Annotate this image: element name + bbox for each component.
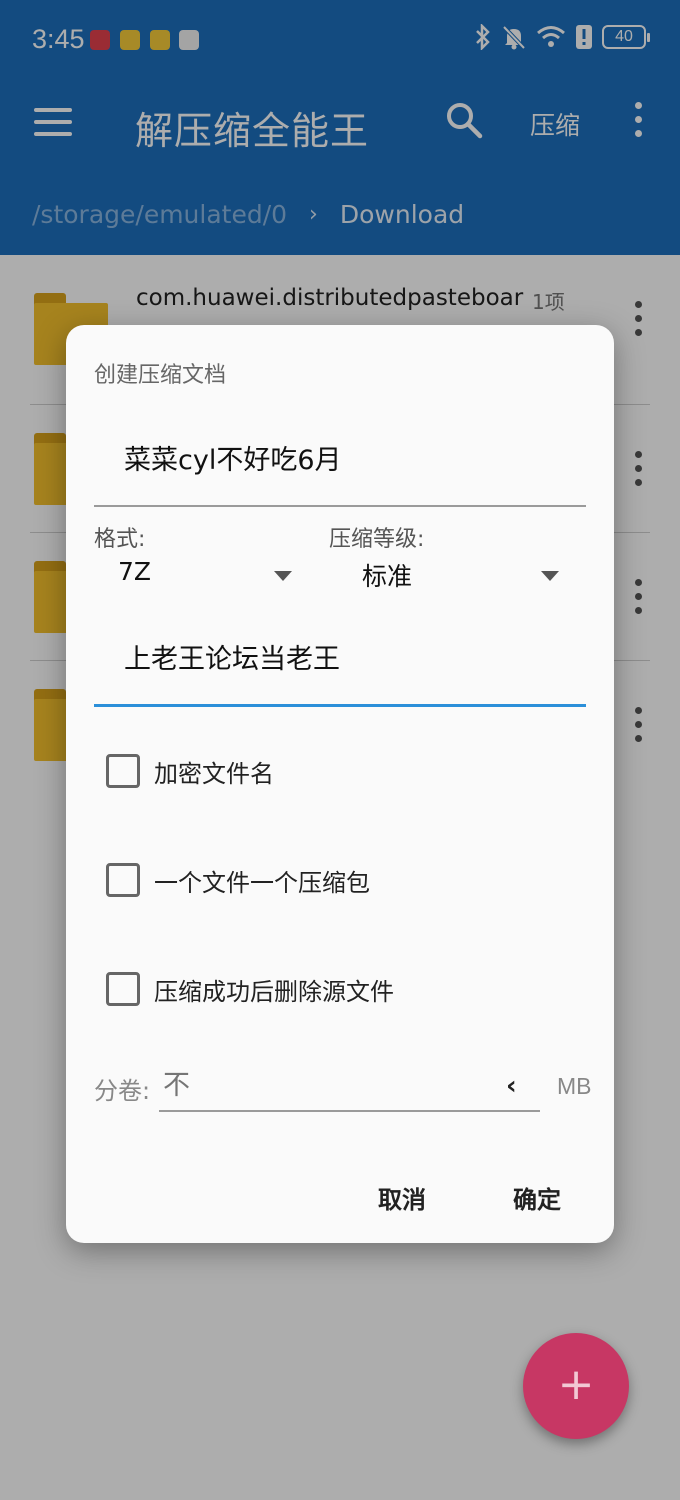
volume-label: 分卷: (94, 1077, 151, 1105)
add-fab-button[interactable]: + (523, 1333, 629, 1439)
format-label: 格式: (94, 527, 146, 552)
archive-name-input[interactable] (94, 425, 586, 507)
format-value: 7Z (118, 557, 152, 586)
compression-level-select[interactable]: 标准 (338, 553, 568, 597)
format-select[interactable]: 7Z (94, 553, 304, 597)
checkbox-icon[interactable] (106, 972, 140, 1006)
volume-unit: MB (557, 1073, 592, 1099)
option-label: 压缩成功后删除源文件 (154, 977, 394, 1006)
confirm-button[interactable]: 确定 (513, 1180, 561, 1215)
create-archive-dialog: 创建压缩文档 格式: 压缩等级: 7Z 标准 加密文件名 一个文件一个压缩包 压… (66, 325, 614, 1243)
option-label: 一个文件一个压缩包 (154, 868, 370, 897)
dropdown-arrow-icon (274, 571, 292, 581)
encrypt-filenames-option[interactable]: 加密文件名 (106, 751, 274, 791)
volume-size-input[interactable] (159, 1060, 540, 1112)
password-input[interactable] (94, 625, 586, 707)
compression-level-label: 压缩等级: (329, 527, 425, 552)
chevron-left-icon[interactable]: ‹ (506, 1071, 517, 1101)
one-archive-per-file-option[interactable]: 一个文件一个压缩包 (106, 860, 370, 900)
cancel-button[interactable]: 取消 (378, 1180, 426, 1215)
checkbox-icon[interactable] (106, 863, 140, 897)
dropdown-arrow-icon (541, 571, 559, 581)
dialog-title: 创建压缩文档 (94, 363, 227, 388)
compression-level-value: 标准 (362, 562, 413, 591)
checkbox-icon[interactable] (106, 754, 140, 788)
plus-icon: + (557, 1359, 595, 1410)
option-label: 加密文件名 (154, 759, 274, 788)
delete-source-option[interactable]: 压缩成功后删除源文件 (106, 969, 394, 1009)
